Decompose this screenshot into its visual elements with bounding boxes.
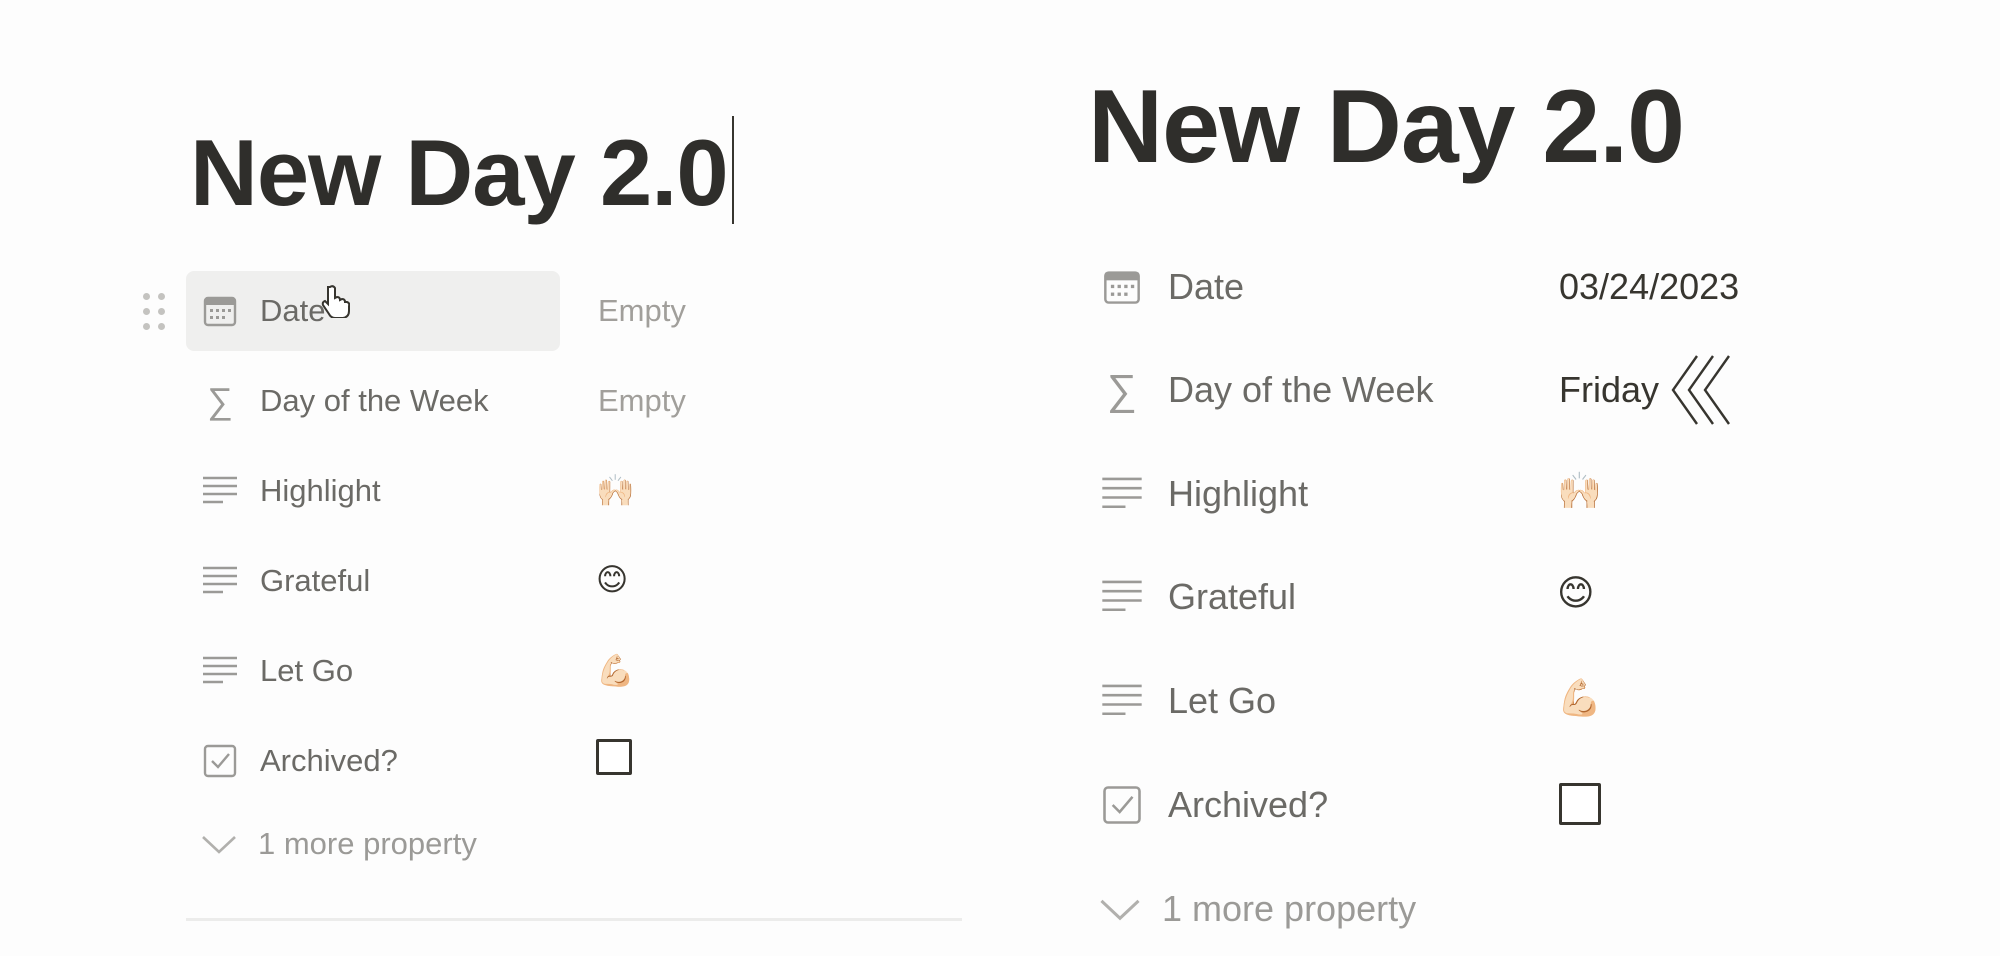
drag-handle-icon[interactable] [143,293,165,330]
sigma-icon: ∑ [1107,366,1137,413]
property-archived[interactable]: Archived? [1092,764,1472,846]
property-grateful[interactable]: Grateful [1092,556,1472,638]
text-lines-icon [200,651,240,691]
day-of-week-value[interactable]: Friday [1559,352,1735,428]
calendar-icon [200,291,240,331]
more-properties-label: 1 more property [258,826,477,861]
property-let-go[interactable]: Let Go [186,631,560,711]
sigma-icon: ∑ [207,380,233,421]
grateful-value[interactable]: 😊 [596,562,628,598]
more-properties-toggle[interactable]: 1 more property [1098,888,1416,930]
property-label: Let Go [260,653,354,688]
hand-cursor-icon [320,284,351,323]
highlight-value[interactable]: 🙌🏻 [596,472,635,509]
text-caret [732,116,734,224]
day-of-week-text: Friday [1559,369,1660,410]
divider [186,918,962,921]
property-grateful[interactable]: Grateful [186,541,560,621]
property-label: Let Go [1168,680,1277,721]
text-lines-icon [200,471,240,511]
property-label: Highlight [1168,473,1309,514]
property-date[interactable]: Date [186,271,560,351]
more-properties-label: 1 more property [1162,888,1417,929]
property-label: Grateful [260,563,371,598]
grateful-value[interactable]: 😊 [1557,573,1595,614]
property-archived[interactable]: Archived? [186,721,560,801]
arrow-annotation-icon [1671,355,1731,425]
checkbox-icon [1100,783,1144,827]
text-lines-icon [1100,679,1144,723]
property-label: Highlight [260,473,381,508]
property-label: Archived? [260,743,398,778]
date-value[interactable]: 03/24/2023 [1559,266,1739,308]
archived-checkbox[interactable] [1559,783,1601,825]
text-lines-icon [1100,575,1144,619]
page-title[interactable]: New Day 2.0 [190,118,729,228]
calendar-icon [1100,265,1144,309]
property-label: Day of the Week [1168,369,1434,410]
property-let-go[interactable]: Let Go [1092,660,1472,742]
highlight-value[interactable]: 🙌🏻 [1557,470,1602,512]
property-label: Date [1168,266,1245,307]
checkbox-unchecked[interactable] [1559,783,1601,825]
property-date[interactable]: Date [1092,246,1472,328]
property-highlight[interactable]: Highlight [1092,453,1472,535]
let-go-value[interactable]: 💪🏻 [596,652,635,689]
property-day-of-week[interactable]: ∑ Day of the Week [1092,349,1472,431]
more-properties-toggle[interactable]: 1 more property [200,826,477,862]
checkbox-icon [200,741,240,781]
property-day-of-week[interactable]: ∑ Day of the Week [186,361,560,441]
day-of-week-value[interactable]: Empty [598,383,686,419]
property-label: Day of the Week [260,383,489,418]
chevron-down-icon [1100,899,1140,921]
property-label: Archived? [1168,784,1329,825]
page-title[interactable]: New Day 2.0 [1088,66,1685,188]
property-highlight[interactable]: Highlight [186,451,560,531]
checkbox-unchecked[interactable] [596,739,632,775]
comparison-stage: New Day 2.0 Date Empty ∑ Day of the Week… [0,0,2000,956]
text-lines-icon [1100,472,1144,516]
property-label: Date [260,293,326,328]
property-label: Grateful [1168,576,1297,617]
archived-checkbox[interactable] [596,739,632,775]
chevron-down-icon [202,836,236,854]
date-value[interactable]: Empty [598,293,686,329]
text-lines-icon [200,561,240,601]
let-go-value[interactable]: 💪🏻 [1557,677,1602,719]
